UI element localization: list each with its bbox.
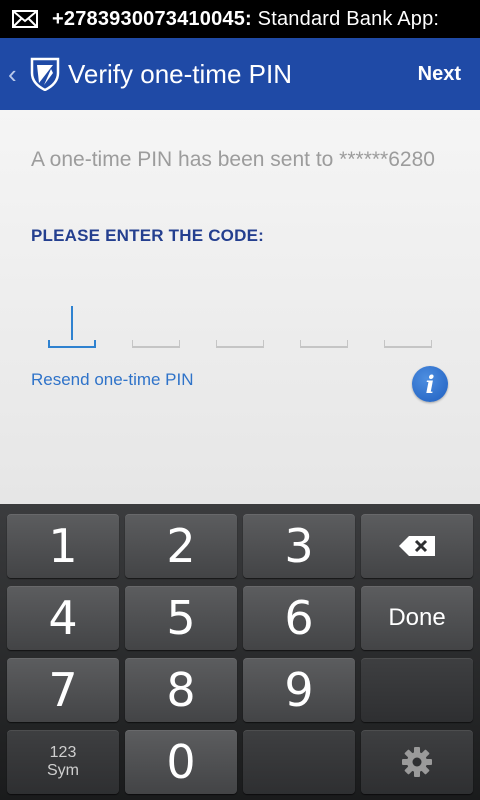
blank-key <box>361 658 473 722</box>
sym-key-label-top: 123 <box>49 744 77 761</box>
gear-icon <box>402 747 432 777</box>
done-key[interactable]: Done <box>361 586 473 650</box>
numeric-keyboard: 1 2 3 4 5 6 Done 7 8 9 123 Sym 0 <box>0 504 480 800</box>
status-bar: +2783930073410045: Standard Bank App: <box>0 0 480 38</box>
mail-icon <box>12 10 38 28</box>
notification-ticker: +2783930073410045: Standard Bank App: <box>52 8 439 31</box>
next-button[interactable]: Next <box>418 63 461 86</box>
notification-sender: +2783930073410045: <box>52 7 252 30</box>
info-icon[interactable]: i <box>412 366 448 402</box>
key-7[interactable]: 7 <box>7 658 119 722</box>
key-5[interactable]: 5 <box>125 586 237 650</box>
sym-key-label-bottom: Sym <box>47 762 79 779</box>
pin-digit-4[interactable] <box>300 340 348 348</box>
key-1[interactable]: 1 <box>7 514 119 578</box>
pin-digit-1[interactable] <box>48 306 96 348</box>
resend-pin-link[interactable]: Resend one-time PIN <box>31 370 194 390</box>
otp-sent-message: A one-time PIN has been sent to ******62… <box>31 148 435 171</box>
backspace-icon <box>399 536 435 556</box>
key-2[interactable]: 2 <box>125 514 237 578</box>
settings-key[interactable] <box>361 730 473 794</box>
main-content: A one-time PIN has been sent to ******62… <box>0 110 480 504</box>
backspace-key[interactable] <box>361 514 473 578</box>
blank-key <box>243 730 355 794</box>
standard-bank-shield-icon <box>30 57 60 91</box>
pin-digit-5[interactable] <box>384 340 432 348</box>
sym-key[interactable]: 123 Sym <box>7 730 119 794</box>
pin-digit-2[interactable] <box>132 340 180 348</box>
enter-code-prompt: PLEASE ENTER THE CODE: <box>31 226 264 245</box>
page-title: Verify one-time PIN <box>68 58 292 89</box>
key-0[interactable]: 0 <box>125 730 237 794</box>
text-cursor <box>71 306 73 340</box>
key-4[interactable]: 4 <box>7 586 119 650</box>
app-bar: ‹ Verify one-time PIN Next <box>0 38 480 110</box>
key-3[interactable]: 3 <box>243 514 355 578</box>
key-9[interactable]: 9 <box>243 658 355 722</box>
pin-digit-3[interactable] <box>216 340 264 348</box>
notification-preview: Standard Bank App: <box>251 7 440 30</box>
chevron-left-icon[interactable]: ‹ <box>8 61 28 87</box>
key-8[interactable]: 8 <box>125 658 237 722</box>
key-6[interactable]: 6 <box>243 586 355 650</box>
